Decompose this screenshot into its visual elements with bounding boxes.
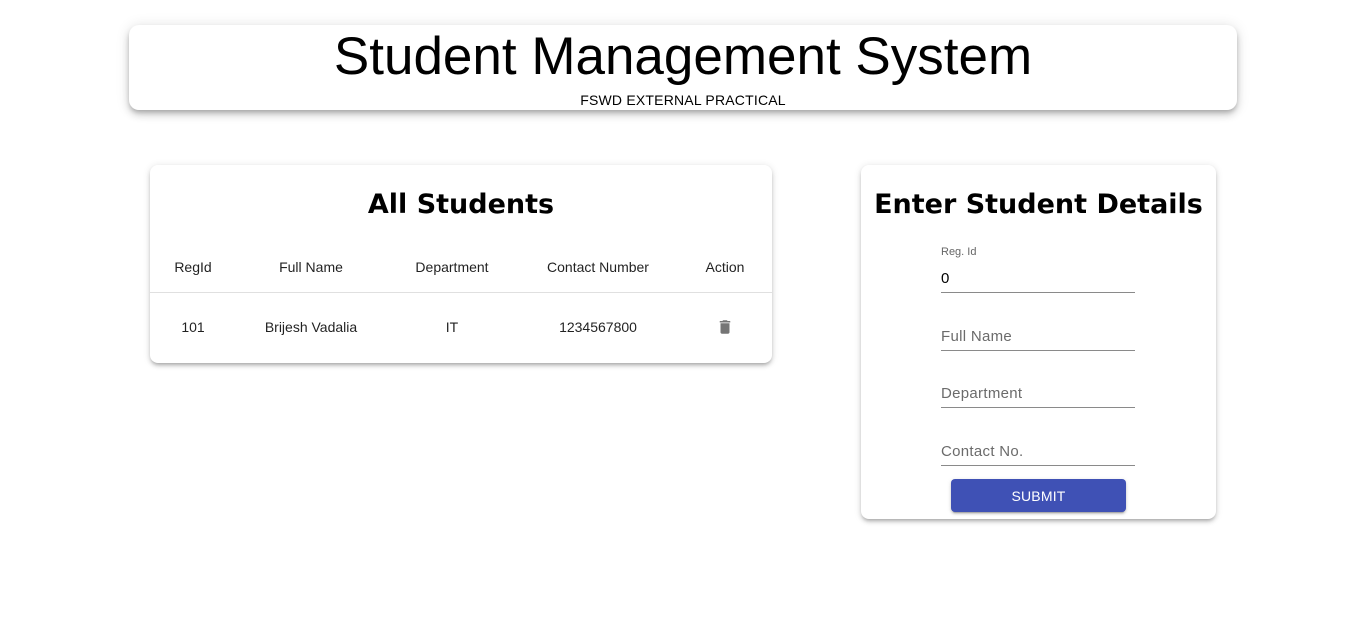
contact-input[interactable] <box>941 441 1135 465</box>
cell-full-name: Brijesh Vadalia <box>264 319 358 336</box>
cell-action <box>678 292 772 362</box>
department-input[interactable] <box>941 383 1135 407</box>
delete-icon <box>719 320 731 334</box>
cell-contact: 1234567800 <box>559 319 637 336</box>
full-name-input[interactable] <box>941 326 1135 350</box>
column-header-action: Action <box>678 242 772 293</box>
table-row: 101 Brijesh Vadalia IT 1234567800 <box>150 292 772 362</box>
regid-label: Reg. Id <box>941 246 977 258</box>
page-title: Student Management System <box>333 27 1033 86</box>
submit-button[interactable]: Submit <box>951 479 1126 512</box>
contact-field <box>941 441 1135 466</box>
table-header-row: RegId Full Name Department Contact Numbe… <box>150 242 772 293</box>
student-form-card: Enter Student Details Reg. Id Submit <box>861 165 1216 519</box>
delete-button[interactable] <box>713 315 737 339</box>
form-card-title: Enter Student Details <box>874 189 1203 220</box>
cell-regid: 101 <box>181 319 205 336</box>
regid-input[interactable] <box>941 268 1135 292</box>
column-header-full-name: Full Name <box>236 242 386 293</box>
regid-field: Reg. Id <box>941 246 1135 293</box>
department-field <box>941 383 1135 408</box>
column-header-regid: RegId <box>150 242 236 293</box>
all-students-card: All Students RegId Full Name Department … <box>150 165 772 363</box>
column-header-department: Department <box>386 242 518 293</box>
full-name-field <box>941 326 1135 351</box>
column-header-contact-number: Contact Number <box>518 242 678 293</box>
header-card: Student Management System FSWD EXTERNAL … <box>129 25 1237 110</box>
students-card-title: All Students <box>367 189 555 220</box>
cell-department: IT <box>445 319 459 336</box>
students-table: RegId Full Name Department Contact Numbe… <box>150 242 772 362</box>
page-subtitle: FSWD EXTERNAL PRACTICAL <box>580 92 786 108</box>
